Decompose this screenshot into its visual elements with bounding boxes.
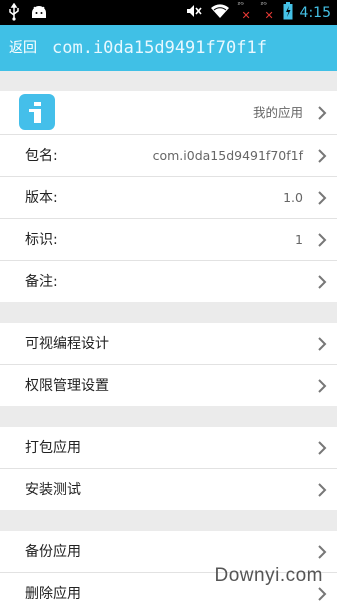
chevron-right-icon (318, 233, 327, 247)
chevron-right-icon (318, 106, 327, 120)
signal-no-service-icon: ²ᴳ ✕ (260, 1, 274, 22)
signal-no-service-icon: ²ᴳ ✕ (237, 1, 251, 22)
row-label: 包名: (25, 148, 58, 164)
row-label: 备份应用 (25, 544, 81, 560)
chevron-right-icon (318, 441, 327, 455)
row-label: 权限管理设置 (25, 378, 109, 394)
package-name-value: com.i0da15d9491f70f1f (152, 148, 303, 163)
row-visual-programming[interactable]: 可视编程设计 (0, 323, 337, 365)
row-label: 删除应用 (25, 586, 81, 602)
row-label: 标识: (25, 232, 58, 248)
settings-list: 我的应用 包名: com.i0da15d9491f70f1f 版本: 1.0 标… (0, 71, 337, 614)
clock: 4:15 (299, 5, 331, 21)
row-label: 打包应用 (25, 440, 81, 456)
row-label: 安装测试 (25, 482, 81, 498)
chevron-right-icon (318, 149, 327, 163)
chevron-right-icon (318, 191, 327, 205)
app-logo-icon (19, 94, 55, 130)
watermark: Downyi.com (214, 565, 323, 586)
section-gap (0, 406, 337, 427)
identifier-value: 1 (295, 232, 303, 247)
wifi-icon (210, 2, 230, 24)
chevron-right-icon (318, 379, 327, 393)
row-label: 备注: (25, 274, 58, 290)
status-bar: ²ᴳ ✕ ²ᴳ ✕ 4:15 (0, 0, 337, 25)
row-notes[interactable]: 备注: (0, 261, 337, 302)
chevron-right-icon (318, 483, 327, 497)
section-gap (0, 71, 337, 91)
row-label: 版本: (25, 190, 58, 206)
row-permission-settings[interactable]: 权限管理设置 (0, 365, 337, 406)
row-identifier[interactable]: 标识: 1 (0, 219, 337, 261)
chevron-right-icon (318, 275, 327, 289)
android-icon (30, 4, 48, 24)
section-gap (0, 510, 337, 531)
page-title: com.i0da15d9491f70f1f (52, 38, 267, 58)
chevron-right-icon (318, 337, 327, 351)
section-gap (0, 302, 337, 323)
usb-icon (8, 2, 20, 25)
back-button[interactable]: 返回 (9, 40, 37, 56)
row-package-name[interactable]: 包名: com.i0da15d9491f70f1f (0, 135, 337, 177)
mute-icon (185, 2, 203, 24)
row-package-app[interactable]: 打包应用 (0, 427, 337, 469)
version-value: 1.0 (283, 190, 303, 205)
row-label: 可视编程设计 (25, 336, 109, 352)
app-bar: 返回 com.i0da15d9491f70f1f (0, 25, 337, 71)
chevron-right-icon (318, 587, 327, 601)
chevron-right-icon (318, 545, 327, 559)
row-install-test[interactable]: 安装测试 (0, 469, 337, 510)
battery-charging-icon (283, 2, 293, 24)
app-info-row[interactable]: 我的应用 (0, 91, 337, 135)
row-version[interactable]: 版本: 1.0 (0, 177, 337, 219)
app-category-value: 我的应用 (252, 105, 303, 120)
